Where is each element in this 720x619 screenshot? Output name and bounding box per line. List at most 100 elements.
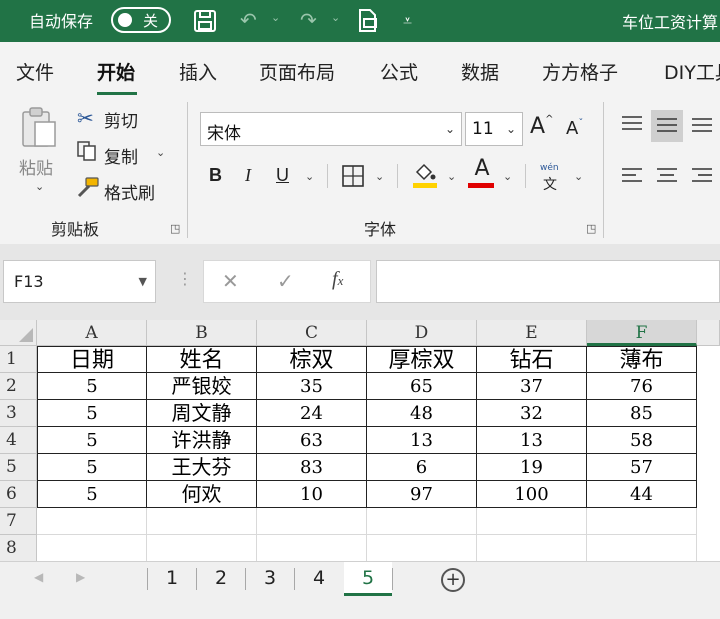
formula-bar-grip-icon[interactable]: ⋮ xyxy=(177,269,193,288)
add-sheet-icon[interactable]: + xyxy=(441,568,465,592)
row-header-8[interactable]: 8 xyxy=(0,535,37,561)
tab-home[interactable]: 开始 xyxy=(97,58,135,85)
cell-c5[interactable]: 83 xyxy=(257,454,367,481)
align-middle-selected[interactable] xyxy=(651,110,683,142)
cell-b4[interactable]: 许洪静 xyxy=(147,427,257,454)
borders-icon[interactable] xyxy=(341,164,365,192)
cell-a1[interactable]: 日期 xyxy=(37,346,147,373)
cell-d3[interactable]: 48 xyxy=(367,400,477,427)
paste-icon[interactable] xyxy=(19,106,59,154)
tab-file[interactable]: 文件 xyxy=(16,58,54,85)
cell-c3[interactable]: 24 xyxy=(257,400,367,427)
cell-e5[interactable]: 19 xyxy=(477,454,587,481)
shrink-font-button[interactable]: Aˇ xyxy=(566,118,583,139)
italic-button[interactable]: I xyxy=(245,165,251,186)
phonetic-guide-icon[interactable]: 文 xyxy=(543,174,557,194)
cell-c8[interactable] xyxy=(257,535,367,561)
column-header-e[interactable]: E xyxy=(477,320,587,346)
row-header-4[interactable]: 4 xyxy=(0,427,37,454)
formula-input[interactable] xyxy=(376,260,720,303)
cell-d2[interactable]: 65 xyxy=(367,373,477,400)
cell-e4[interactable]: 13 xyxy=(477,427,587,454)
undo-icon[interactable]: ↶ xyxy=(240,8,257,32)
undo-dropdown-icon[interactable]: ⌄ xyxy=(271,11,280,24)
cell-b5[interactable]: 王大芬 xyxy=(147,454,257,481)
cell-c6[interactable]: 10 xyxy=(257,481,367,508)
cell-b2[interactable]: 严银姣 xyxy=(147,373,257,400)
column-header-b[interactable]: B xyxy=(147,320,257,346)
sheet-tab-3[interactable]: 3 xyxy=(246,562,294,596)
cell-e1[interactable]: 钻石 xyxy=(477,346,587,373)
sheet-tab-4[interactable]: 4 xyxy=(295,562,343,596)
insert-function-icon[interactable]: fx xyxy=(332,268,343,291)
cell-d8[interactable] xyxy=(367,535,477,561)
cell-f1[interactable]: 薄布 xyxy=(587,346,697,373)
tab-fangfang[interactable]: 方方格子 xyxy=(542,58,618,85)
align-center-icon[interactable] xyxy=(655,166,679,190)
font-name-box[interactable]: 宋体 ⌄ xyxy=(200,112,462,146)
cell-c7[interactable] xyxy=(257,508,367,535)
cell-c4[interactable]: 63 xyxy=(257,427,367,454)
cell-f5[interactable]: 57 xyxy=(587,454,697,481)
column-header-g[interactable] xyxy=(697,320,720,346)
format-painter-icon[interactable] xyxy=(76,176,100,202)
column-header-f[interactable]: F xyxy=(587,320,697,346)
scroll-right-icon[interactable]: ▶ xyxy=(76,570,85,584)
select-all-corner[interactable] xyxy=(0,320,37,346)
save-icon[interactable] xyxy=(192,8,218,39)
row-header-5[interactable]: 5 xyxy=(0,454,37,481)
cell-e7[interactable] xyxy=(477,508,587,535)
cell-f4[interactable]: 58 xyxy=(587,427,697,454)
cell-b8[interactable] xyxy=(147,535,257,561)
underline-button[interactable]: U xyxy=(276,165,289,186)
cell-f6[interactable]: 44 xyxy=(587,481,697,508)
cell-b3[interactable]: 周文静 xyxy=(147,400,257,427)
borders-dropdown-icon[interactable]: ⌄ xyxy=(375,170,384,183)
copy-icon[interactable] xyxy=(76,140,98,166)
customize-toolbar-icon[interactable]: ⩡ xyxy=(403,9,412,33)
copy-label[interactable]: 复制 xyxy=(104,143,138,168)
cell-f2[interactable]: 76 xyxy=(587,373,697,400)
cell-a5[interactable]: 5 xyxy=(37,454,147,481)
fill-color-dropdown-icon[interactable]: ⌄ xyxy=(447,170,456,183)
enter-icon[interactable]: ✓ xyxy=(277,269,294,293)
paste-dropdown-icon[interactable]: ⌄ xyxy=(35,180,44,193)
bold-button[interactable]: B xyxy=(209,165,222,186)
cell-a3[interactable]: 5 xyxy=(37,400,147,427)
font-launcher-icon[interactable]: ◳ xyxy=(586,222,596,235)
align-bottom-icon[interactable] xyxy=(690,114,714,138)
cell-a8[interactable] xyxy=(37,535,147,561)
cell-d6[interactable]: 97 xyxy=(367,481,477,508)
cell-e8[interactable] xyxy=(477,535,587,561)
cell-e2[interactable]: 37 xyxy=(477,373,587,400)
format-painter-label[interactable]: 格式刷 xyxy=(104,179,155,204)
fill-color-icon[interactable] xyxy=(411,160,439,194)
cell-a6[interactable]: 5 xyxy=(37,481,147,508)
phonetic-guide-top[interactable]: wén xyxy=(540,163,559,173)
underline-dropdown-icon[interactable]: ⌄ xyxy=(305,170,314,183)
align-left-icon[interactable] xyxy=(620,166,644,190)
cell-a2[interactable]: 5 xyxy=(37,373,147,400)
cell-e3[interactable]: 32 xyxy=(477,400,587,427)
cancel-icon[interactable]: ✕ xyxy=(222,269,239,293)
cell-a7[interactable] xyxy=(37,508,147,535)
cell-c2[interactable]: 35 xyxy=(257,373,367,400)
cell-d1[interactable]: 厚棕双 xyxy=(367,346,477,373)
cell-a4[interactable]: 5 xyxy=(37,427,147,454)
row-header-2[interactable]: 2 xyxy=(0,373,37,400)
redo-icon[interactable]: ↷ xyxy=(300,8,317,32)
redo-dropdown-icon[interactable]: ⌄ xyxy=(331,11,340,24)
tab-formulas[interactable]: 公式 xyxy=(380,58,418,85)
cell-c1[interactable]: 棕双 xyxy=(257,346,367,373)
align-right-icon[interactable] xyxy=(690,166,714,190)
copy-dropdown-icon[interactable]: ⌄ xyxy=(156,146,165,159)
row-header-1[interactable]: 1 xyxy=(0,346,37,373)
scroll-left-icon[interactable]: ◀ xyxy=(34,570,43,584)
cell-b6[interactable]: 何欢 xyxy=(147,481,257,508)
cell-f3[interactable]: 85 xyxy=(587,400,697,427)
column-header-a[interactable]: A xyxy=(37,320,147,346)
align-top-icon[interactable] xyxy=(620,114,644,138)
cut-label[interactable]: 剪切 xyxy=(104,107,138,132)
cell-b1[interactable]: 姓名 xyxy=(147,346,257,373)
tab-diy-tools[interactable]: DIY工具 xyxy=(664,58,720,85)
